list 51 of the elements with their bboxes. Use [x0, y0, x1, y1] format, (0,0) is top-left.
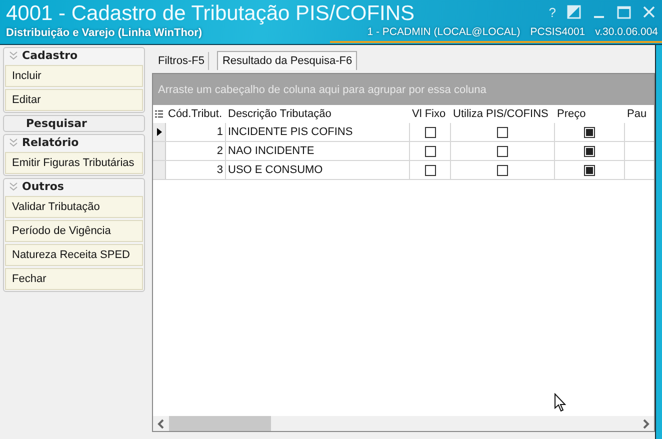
checkbox[interactable]: [584, 164, 595, 176]
checkbox[interactable]: [584, 126, 595, 138]
column-header[interactable]: Cód.Tribut.: [165, 105, 225, 123]
current-row-icon: [156, 128, 162, 136]
sidebar-item[interactable]: Fechar: [5, 268, 143, 290]
sidebar-item[interactable]: Incluir: [5, 65, 143, 87]
table-cell: INCIDENTE PIS COFINS: [228, 126, 353, 138]
column-header[interactable]: Descrição Tributação: [225, 105, 409, 123]
table-cell: NAO INCIDENTE: [228, 145, 314, 157]
horizontal-scrollbar[interactable]: [153, 416, 654, 431]
window-subtitle: Distribuição e Varejo (Linha WinThor): [6, 27, 204, 40]
maximize-icon[interactable]: [617, 5, 631, 19]
tab[interactable]: Resultado da Pesquisa-F6: [217, 51, 358, 70]
row-indicator[interactable]: [153, 123, 166, 141]
user-label: 1 - PCADMIN (LOCAL@LOCAL): [367, 26, 520, 38]
checkbox[interactable]: [497, 126, 508, 138]
mouse-pointer-icon: [554, 393, 567, 412]
column-chooser-icon[interactable]: [155, 110, 163, 118]
checkbox[interactable]: [424, 164, 436, 176]
table-cell: 3: [216, 164, 223, 176]
group-title: Cadastro: [22, 49, 78, 62]
scrollbar-thumb[interactable]: [169, 416, 271, 431]
sidebar-item[interactable]: Natureza Receita SPED: [5, 244, 143, 266]
window-title: 4001 - Cadastro de Tributação PIS/COFINS: [6, 1, 415, 27]
program-label: PCSIS4001: [530, 26, 586, 38]
checkbox[interactable]: [424, 146, 436, 156]
checkbox[interactable]: [424, 126, 436, 138]
checkbox[interactable]: [497, 164, 508, 176]
column-header[interactable]: Preço: [554, 105, 624, 123]
tab[interactable]: Filtros-F5: [154, 52, 210, 70]
sidebar-item[interactable]: Validar Tributação: [5, 196, 143, 218]
group-hint: Arraste um cabeçalho de coluna aqui para agrupar por essa coluna: [158, 84, 486, 96]
column-header[interactable]: Utiliza PIS/COFINS: [450, 105, 554, 123]
column-header[interactable]: Vl Fixo: [409, 105, 450, 123]
scroll-right-icon[interactable]: [642, 418, 650, 428]
close-icon[interactable]: [642, 5, 656, 19]
table-cell: 2: [216, 145, 223, 157]
group-title: Outros: [22, 180, 64, 193]
search-button[interactable]: Pesquisar: [3, 115, 145, 132]
sidebar-item[interactable]: Emitir Figuras Tributárias: [5, 152, 143, 174]
sidebar-item[interactable]: Período de Vigência: [5, 220, 143, 242]
table-cell: 1: [216, 126, 223, 138]
group-title: Relatório: [22, 136, 79, 149]
scroll-left-icon[interactable]: [157, 418, 165, 428]
column-header[interactable]: Pau: [624, 105, 648, 123]
checkbox[interactable]: [584, 146, 595, 156]
table-cell: USO E CONSUMO: [228, 164, 323, 176]
theme-icon[interactable]: [567, 5, 581, 19]
sidebar-item[interactable]: Editar: [5, 89, 143, 111]
checkbox[interactable]: [497, 146, 508, 156]
version-label: v.30.0.06.004: [595, 26, 658, 38]
